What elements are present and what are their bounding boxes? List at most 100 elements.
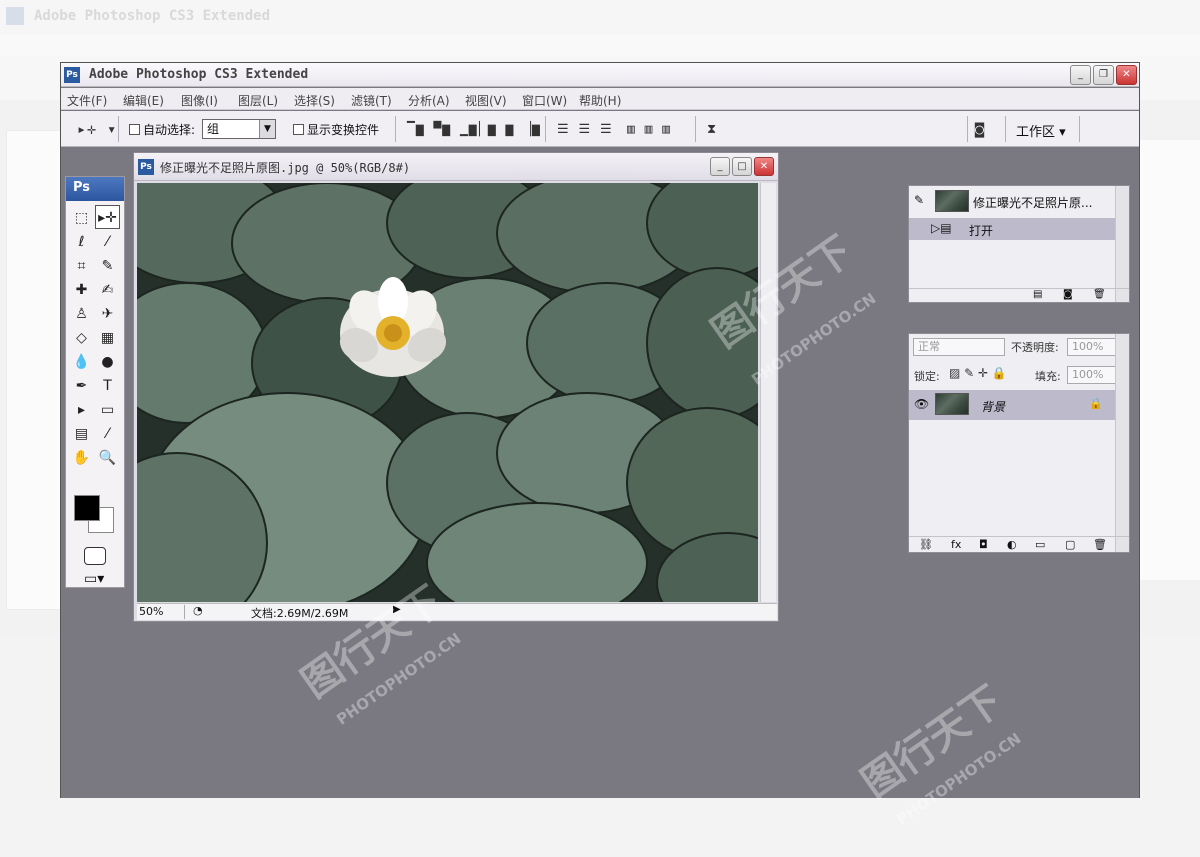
blend-mode-value: 正常 — [918, 340, 940, 353]
layer-row-background[interactable]: 👁 背景 🔒 — [909, 390, 1115, 420]
tools-grid: ⬚ ▸✛ ℓ ⁄ ⌗ ✎ ✚ ✍ ♙ ✈ ◇ ▦ 💧 ● ✒ T ▸ ▭ ▤ ⁄ ✋ 🔍 — [68, 205, 122, 470]
menu-image[interactable]: 图像(I) — [181, 92, 218, 109]
layer-thumbnail — [935, 393, 969, 415]
document-vertical-scrollbar[interactable] — [760, 183, 776, 602]
blur-tool-icon[interactable]: 💧 — [69, 350, 94, 374]
lock-icons[interactable]: ▨ ✎ ✛ 🔒 — [949, 366, 1007, 380]
fill-value: 100% — [1072, 368, 1104, 381]
divider — [967, 116, 968, 142]
opacity-value: 100% — [1072, 340, 1104, 353]
distribute-left-icon[interactable]: ▥ ▥ ▥ — [627, 122, 671, 137]
doc-maximize-button[interactable]: □ — [732, 157, 752, 176]
menu-filter[interactable]: 滤镜(T) — [351, 92, 392, 109]
move-tool-icon[interactable]: ▸✛ — [95, 205, 120, 229]
delete-icon[interactable]: 🗑 — [1093, 289, 1106, 300]
workspace-menu[interactable]: 工作区 ▾ — [1016, 121, 1066, 140]
menu-select[interactable]: 选择(S) — [294, 92, 335, 109]
eyedropper-tool-icon[interactable]: ⁄ — [95, 422, 120, 446]
restore-button[interactable]: ❐ — [1093, 65, 1114, 85]
new-document-icon[interactable]: ▤ — [1033, 289, 1042, 300]
fill-label: 填充: — [1035, 370, 1061, 383]
slice-tool-icon[interactable]: ✎ — [95, 254, 120, 278]
zoom-tool-icon[interactable]: 🔍 — [95, 446, 120, 470]
link-layers-icon[interactable]: ⛓ — [919, 538, 933, 551]
marquee-tool-icon[interactable]: ⬚ — [69, 206, 94, 230]
quick-mask-icon[interactable] — [84, 547, 106, 565]
options-bar: ▸✛ ▾ 自动选择: 组 ▼ 显示变换控件 ▔▆ ▀▆ ▁▆ ▏▆ ▆ ▕▆ ☰… — [61, 111, 1139, 147]
history-state-row[interactable]: ▷▤ 打开 — [909, 218, 1115, 240]
history-footer: ▤ ◙ 🗑 — [909, 288, 1129, 302]
shape-tool-icon[interactable]: ▭ — [95, 398, 120, 422]
background-toolbox — [6, 130, 66, 610]
new-snapshot-icon[interactable]: ◙ — [1063, 289, 1073, 300]
gradient-tool-icon[interactable]: ▦ — [95, 326, 120, 350]
history-state-icon: ▷▤ — [931, 221, 952, 235]
menu-file[interactable]: 文件(F) — [67, 92, 107, 109]
new-group-icon[interactable]: ▭ — [1035, 538, 1045, 551]
auto-select-checkbox[interactable] — [129, 124, 140, 135]
layers-scrollbar[interactable] — [1115, 334, 1129, 552]
healing-brush-icon[interactable]: ✚ — [69, 278, 94, 302]
lasso-tool-icon[interactable]: ℓ — [69, 230, 94, 254]
title-bar[interactable]: Ps Adobe Photoshop CS3 Extended _ ❐ ✕ — [61, 63, 1139, 87]
pen-tool-icon[interactable]: ✒ — [69, 374, 94, 398]
document-titlebar[interactable]: Ps 修正曝光不足照片原图.jpg @ 50%(RGB/8#) _ □ ✕ — [134, 153, 778, 181]
eraser-tool-icon[interactable]: ◇ — [69, 326, 94, 350]
distribute-top-icon[interactable]: ☰ ☰ ☰ — [557, 122, 613, 137]
lock-label: 锁定: — [914, 370, 940, 383]
close-button[interactable]: ✕ — [1116, 65, 1137, 85]
divider — [545, 116, 546, 142]
eye-icon[interactable]: 👁 — [914, 397, 929, 411]
document-image[interactable] — [137, 183, 758, 602]
menu-analysis[interactable]: 分析(A) — [408, 92, 450, 109]
menu-window[interactable]: 窗口(W) — [522, 92, 567, 109]
menu-layer[interactable]: 图层(L) — [238, 92, 278, 109]
minimize-button[interactable]: _ — [1070, 65, 1091, 85]
menu-edit[interactable]: 编辑(E) — [123, 92, 164, 109]
new-layer-icon[interactable]: ▢ — [1065, 538, 1075, 551]
doc-close-button[interactable]: ✕ — [754, 157, 774, 176]
history-scrollbar[interactable] — [1115, 186, 1129, 302]
history-snapshot-row[interactable]: ✎ 修正曝光不足照片原... — [909, 190, 1115, 212]
align-left-icon[interactable]: ▏▆ ▆ ▕▆ — [479, 122, 541, 137]
history-panel: ✎ 修正曝光不足照片原... ▷▤ 打开 ▤ ◙ 🗑 — [908, 185, 1130, 303]
bridge-icon[interactable]: ◙ — [975, 120, 985, 138]
divider — [118, 116, 119, 142]
layer-mask-icon[interactable]: ◘ — [979, 538, 988, 551]
clone-stamp-icon[interactable]: ♙ — [69, 302, 94, 326]
history-brush-icon[interactable]: ✈ — [95, 302, 120, 326]
path-select-icon[interactable]: ▸ — [69, 398, 94, 422]
menu-help[interactable]: 帮助(H) — [579, 92, 621, 109]
dodge-tool-icon[interactable]: ● — [95, 350, 120, 374]
menu-bar: 文件(F) 编辑(E) 图像(I) 图层(L) 选择(S) 滤镜(T) 分析(A… — [61, 88, 1139, 110]
workspace-label: 工作区 — [1016, 125, 1056, 140]
type-tool-icon[interactable]: T — [95, 374, 120, 398]
divider — [695, 116, 696, 142]
divider — [395, 116, 396, 142]
doc-minimize-button[interactable]: _ — [710, 157, 730, 176]
zoom-field[interactable]: 50% — [139, 605, 185, 619]
screen-mode-icon[interactable]: ▭▾ — [84, 571, 104, 587]
status-arrow-icon[interactable]: ▶ — [393, 604, 401, 615]
align-top-icon[interactable]: ▔▆ ▀▆ ▁▆ — [407, 122, 478, 137]
adjustment-layer-icon[interactable]: ◐ — [1007, 538, 1017, 551]
move-tool-preset-icon[interactable]: ▸✛ ▾ — [77, 120, 117, 138]
foreground-color-swatch[interactable] — [74, 495, 100, 521]
crop-tool-icon[interactable]: ⌗ — [69, 254, 94, 278]
status-menu-icon[interactable]: ◔ — [193, 604, 203, 617]
delete-layer-icon[interactable]: 🗑 — [1093, 538, 1107, 551]
layer-style-icon[interactable]: fx — [951, 538, 961, 551]
brush-tool-icon[interactable]: ✍ — [95, 278, 120, 302]
chevron-down-icon: ▼ — [259, 120, 275, 138]
auto-align-icon[interactable]: ⧗ — [707, 122, 717, 137]
blend-mode-dropdown[interactable]: 正常 — [913, 338, 1005, 356]
menu-view[interactable]: 视图(V) — [465, 92, 507, 109]
show-transform-checkbox[interactable] — [293, 124, 304, 135]
auto-select-dropdown[interactable]: 组 ▼ — [202, 119, 276, 139]
document-title: 修正曝光不足照片原图.jpg @ 50%(RGB/8#) — [160, 161, 411, 175]
document-window-controls: _ □ ✕ — [710, 157, 774, 176]
notes-tool-icon[interactable]: ▤ — [69, 422, 94, 446]
magic-wand-tool-icon[interactable]: ⁄ — [95, 230, 120, 254]
hand-tool-icon[interactable]: ✋ — [69, 446, 94, 470]
window-controls: _ ❐ ✕ — [1070, 65, 1137, 85]
